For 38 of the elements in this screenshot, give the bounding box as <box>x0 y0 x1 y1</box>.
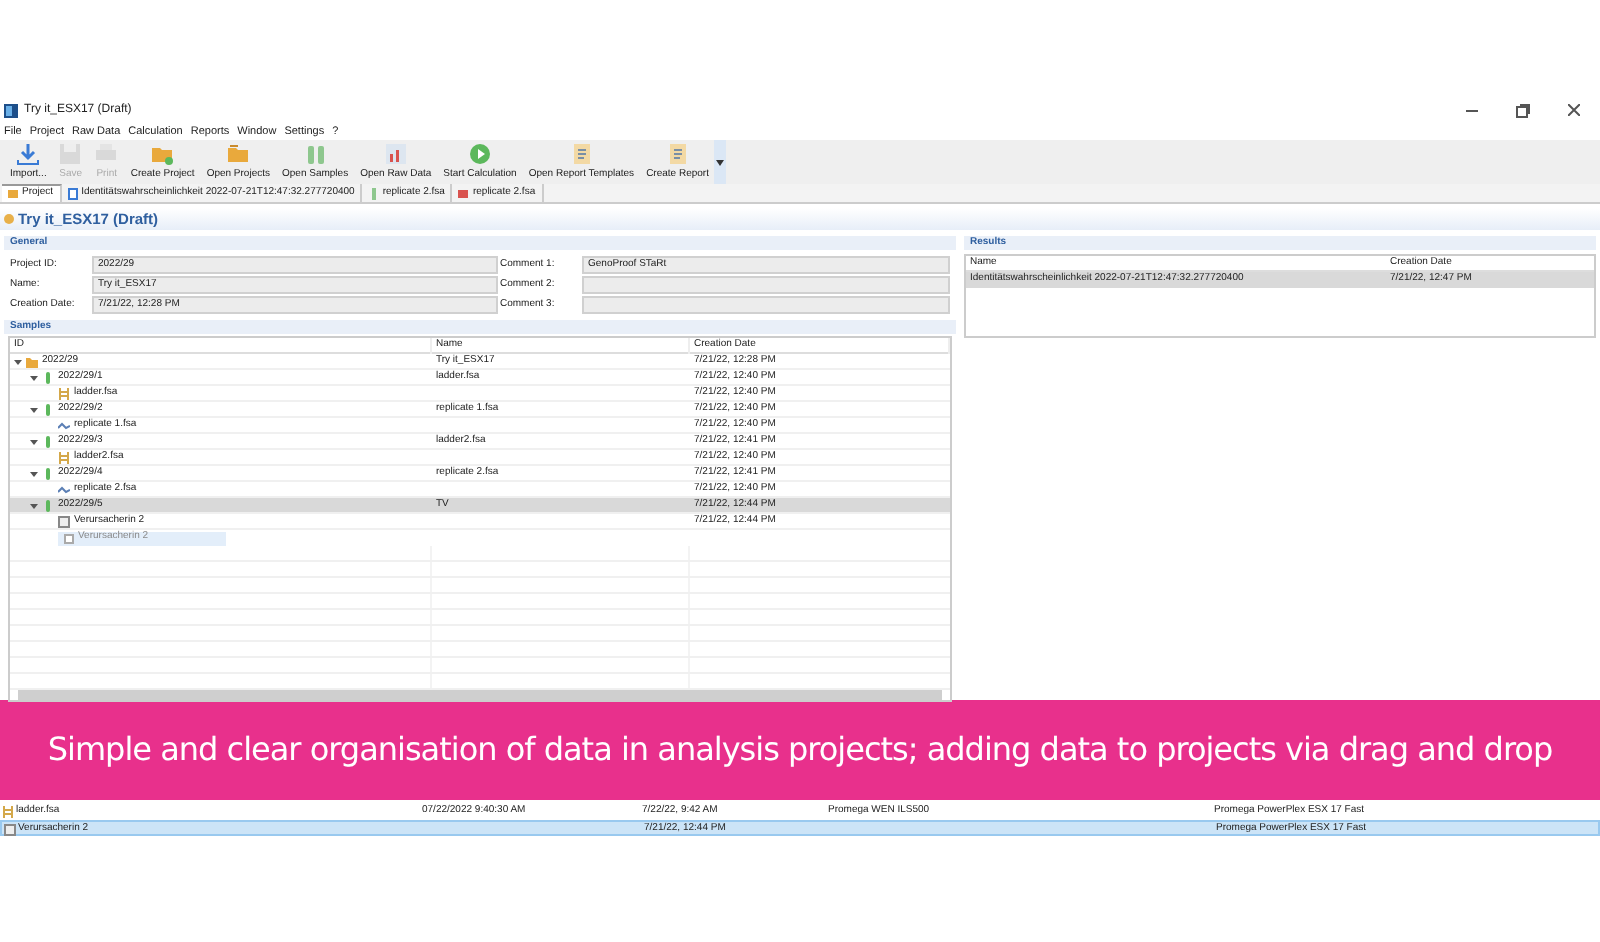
trace-icon <box>58 483 70 496</box>
horizontal-scrollbar[interactable] <box>18 690 942 700</box>
download-icon <box>16 141 41 166</box>
trace-icon <box>58 419 70 432</box>
folder-icon <box>26 355 38 368</box>
printer-icon <box>94 141 119 166</box>
collapse-caret-icon[interactable] <box>30 437 38 446</box>
tube-icon <box>42 435 54 448</box>
tube-icon <box>42 467 54 480</box>
restore-icon[interactable] <box>1516 103 1530 117</box>
ladder-icon <box>2 806 14 818</box>
text-field[interactable] <box>582 276 950 294</box>
document-icon <box>4 823 16 836</box>
ladder-icon <box>58 387 70 400</box>
collapse-caret-icon[interactable] <box>30 469 38 478</box>
chart-icon <box>383 141 408 166</box>
tubes-icon <box>303 141 328 166</box>
close-icon[interactable] <box>1568 104 1580 116</box>
toolbar-overflow-button[interactable] <box>714 140 727 184</box>
tube-icon <box>42 403 54 416</box>
minimize-icon[interactable] <box>1466 109 1478 111</box>
caret-icon <box>716 159 725 165</box>
app-icon <box>4 103 18 117</box>
ladder-icon <box>58 451 70 464</box>
tube-icon <box>42 499 54 512</box>
collapse-caret-icon[interactable] <box>30 405 38 414</box>
caption-text: Simple and clear organisation of data in analysis projects; adding data to projects via drag and drop <box>47 728 1553 772</box>
project-icon <box>4 214 14 224</box>
report-icon <box>665 141 690 166</box>
collapse-caret-icon[interactable] <box>30 501 38 510</box>
chart-icon <box>458 187 469 199</box>
text-field[interactable] <box>582 296 950 314</box>
report-icon <box>569 141 594 166</box>
play-icon <box>468 141 492 166</box>
folders-icon <box>226 141 251 166</box>
folder-icon <box>8 188 18 200</box>
tube-icon <box>368 187 379 199</box>
tube-icon <box>42 371 54 384</box>
